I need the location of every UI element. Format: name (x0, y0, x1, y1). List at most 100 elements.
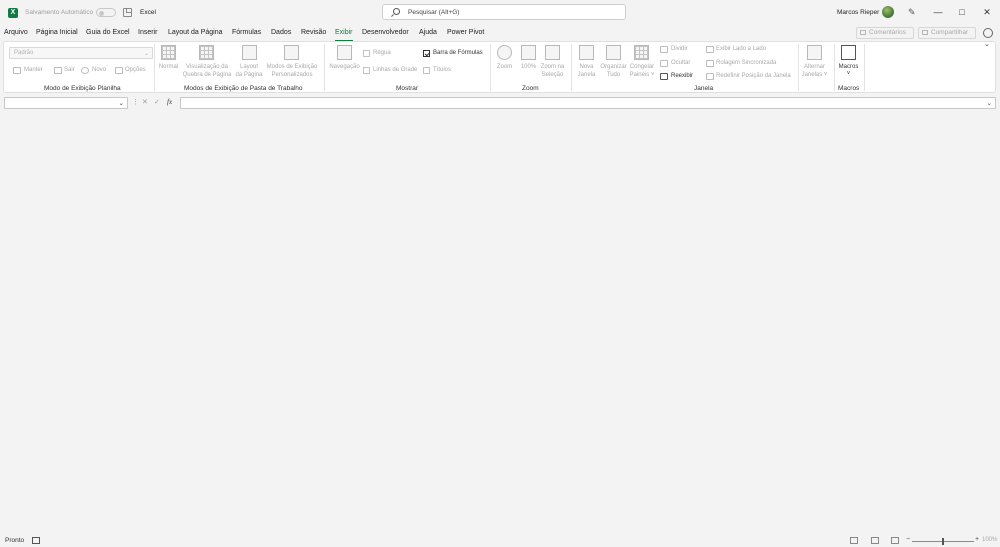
macros-caret[interactable]: ˅ (835, 70, 862, 78)
new-window-line1[interactable]: Nova (574, 63, 599, 71)
switch-windows-line2[interactable]: Janelas ˅ (800, 71, 829, 79)
page-layout-icon[interactable] (871, 537, 879, 544)
tab-revisao[interactable]: Revisão (301, 29, 326, 36)
formula-bar: ⌄ ⋮ ✕ ✓ fx ⌄ (0, 96, 1000, 111)
tab-dados[interactable]: Dados (271, 29, 291, 36)
formula-input[interactable]: ⌄ (180, 97, 996, 109)
search-box[interactable]: Pesquisar (Alt+G) (382, 4, 626, 20)
close-button[interactable]: ✕ (980, 5, 994, 19)
tab-exibir[interactable]: Exibir (335, 29, 353, 42)
search-placeholder: Pesquisar (Alt+G) (408, 9, 460, 16)
zoom-button[interactable]: Zoom (492, 63, 517, 71)
insert-function-icon[interactable]: fx (167, 98, 172, 106)
group-label-macros: Macros (838, 85, 860, 92)
feedback-icon[interactable] (983, 28, 993, 38)
group-label-window: Janela (694, 85, 714, 92)
share-button[interactable]: Compartilhar (918, 27, 976, 39)
normal-view-icon[interactable] (850, 537, 858, 544)
formula-bar-separator[interactable]: ⋮ (132, 98, 139, 106)
minimize-button[interactable]: — (931, 5, 945, 19)
page-layout-line2[interactable]: da Página (233, 71, 265, 79)
hide-button[interactable]: Ocultar (671, 60, 690, 66)
accessibility-icon[interactable] (32, 537, 40, 544)
share-label: Compartilhar (931, 29, 969, 36)
group-label-workbook-views: Modos de Exibição de Pasta de Trabalho (184, 85, 303, 92)
chevron-down-icon[interactable]: ⌄ (119, 99, 124, 107)
ruler-checkbox[interactable] (363, 50, 370, 57)
autosave-toggle[interactable] (96, 8, 116, 17)
pen-icon[interactable]: ✎ (908, 7, 918, 17)
keep-button[interactable]: Manter (24, 67, 43, 73)
comments-label: Comentários (869, 29, 906, 36)
side-by-side-button[interactable]: Exibir Lado a Lado (716, 46, 766, 52)
tab-desenvolvedor[interactable]: Desenvolvedor (362, 29, 409, 36)
cancel-icon[interactable]: ✕ (142, 98, 148, 106)
page-break-line1[interactable]: Visualização da (180, 63, 234, 71)
exit-button[interactable]: Sair (64, 67, 75, 73)
navigation-button[interactable]: Navegação (327, 63, 362, 71)
switch-windows-line1[interactable]: Alternar (800, 63, 829, 71)
expand-formula-bar-icon[interactable]: ⌄ (987, 99, 992, 107)
new-window-line2[interactable]: Janela (574, 71, 599, 79)
page-break-line2[interactable]: Quebra de Página (180, 71, 234, 79)
save-icon[interactable] (123, 8, 132, 17)
freeze-panes-line1[interactable]: Congelar (627, 63, 657, 71)
comments-button[interactable]: Comentários (856, 27, 914, 39)
headings-checkbox[interactable] (423, 67, 430, 74)
arrange-all-line1[interactable]: Organizar (598, 63, 629, 71)
zoom-selection-icon (545, 45, 560, 60)
normal-view-button[interactable]: Normal (156, 63, 181, 71)
page-break-preview-icon[interactable] (891, 537, 899, 544)
zoom-out-icon[interactable]: − (906, 536, 910, 543)
sync-scroll-button[interactable]: Rolagem Sincronizada (716, 60, 776, 66)
user-name[interactable]: Marcos Rieper (837, 9, 879, 16)
zoom-selection-line1[interactable]: Zoom na (537, 63, 568, 71)
custom-views-line2[interactable]: Personalizados (263, 71, 321, 79)
group-label-sheet-view: Modo de Exibição Planilha (44, 85, 121, 92)
tab-arquivo[interactable]: Arquivo (4, 29, 28, 36)
zoom-icon (497, 45, 512, 60)
tab-layout-da-pagina[interactable]: Layout da Página (168, 29, 223, 36)
group-separator (571, 44, 572, 91)
search-icon (393, 8, 400, 15)
freeze-panes-icon (634, 45, 649, 60)
tab-power-pivot[interactable]: Power Pivot (447, 29, 484, 36)
comment-icon (860, 30, 866, 35)
restore-button[interactable]: □ (955, 5, 969, 19)
unhide-icon (660, 73, 668, 80)
collapse-ribbon-icon[interactable]: ⌄ (984, 40, 990, 48)
page-layout-line1[interactable]: Layout (233, 63, 265, 71)
enter-icon[interactable]: ✓ (154, 98, 160, 106)
hide-icon (660, 60, 668, 67)
switch-windows-icon (807, 45, 822, 60)
sheet-view-dropdown[interactable]: Padrão ⌄ (9, 47, 153, 59)
formula-bar-checkbox[interactable] (423, 50, 430, 57)
formula-bar-label: Barra de Fórmulas (433, 50, 483, 56)
avatar[interactable] (882, 6, 894, 18)
autosave-label: Salvamento Automático (25, 9, 94, 16)
tab-formulas[interactable]: Fórmulas (232, 29, 261, 36)
new-view-button[interactable]: Novo (92, 67, 106, 73)
custom-views-line1[interactable]: Modos de Exibição (263, 63, 321, 71)
reset-position-button[interactable]: Redefinir Posição da Janela (716, 73, 791, 79)
split-button[interactable]: Dividir (671, 46, 688, 52)
gridlines-checkbox[interactable] (363, 67, 370, 74)
zoom-in-icon[interactable]: + (975, 536, 979, 543)
arrange-all-icon (606, 45, 621, 60)
macros-icon (841, 45, 856, 60)
unhide-button[interactable]: Reexibir (671, 73, 693, 79)
zoom-slider-thumb[interactable] (942, 538, 944, 545)
freeze-panes-line2[interactable]: Painéis ˅ (627, 71, 657, 79)
tab-guia-do-excel[interactable]: Guia do Excel (86, 29, 130, 36)
zoom-selection-line2[interactable]: Seleção (537, 71, 568, 79)
side-by-side-icon (706, 46, 714, 53)
tab-inserir[interactable]: Inserir (138, 29, 157, 36)
arrange-all-line2[interactable]: Tudo (598, 71, 629, 79)
options-button[interactable]: Opções (125, 67, 146, 73)
name-box[interactable]: ⌄ (4, 97, 128, 109)
zoom-percentage[interactable]: 100% (982, 537, 997, 543)
tab-pagina-inicial[interactable]: Página Inicial (36, 29, 78, 36)
tab-ajuda[interactable]: Ajuda (419, 29, 437, 36)
ruler-label: Régua (373, 50, 391, 56)
split-icon (660, 46, 668, 53)
